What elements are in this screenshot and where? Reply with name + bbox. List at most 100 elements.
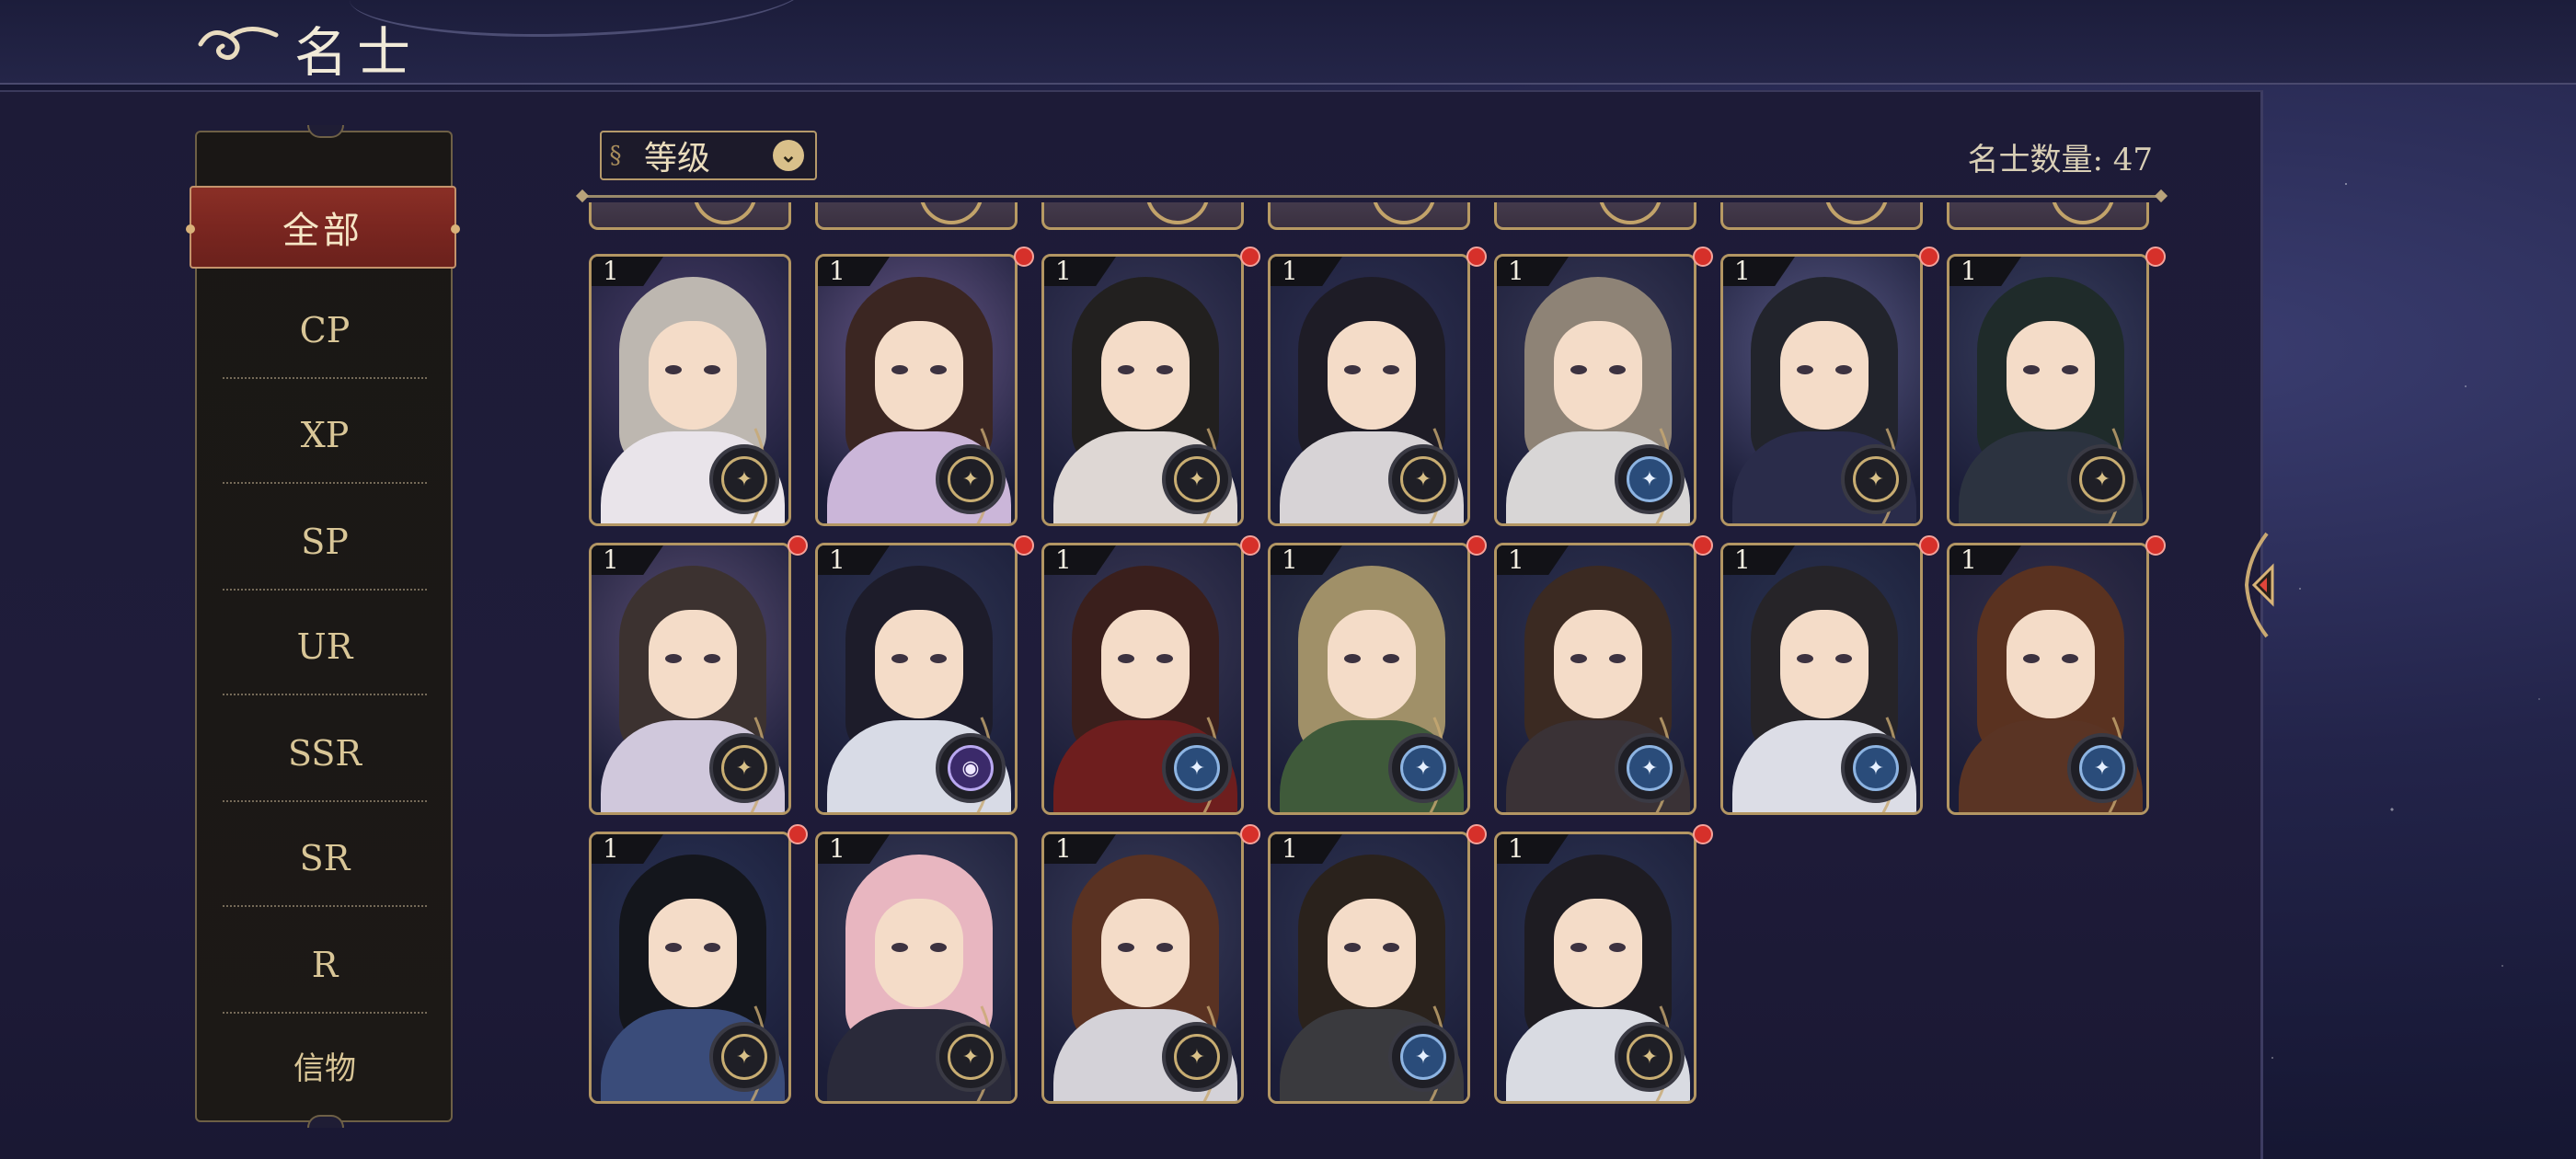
hero-card[interactable]: 1 ✦ (815, 254, 1018, 526)
faction-badge-icon: ✦ (1615, 444, 1685, 514)
sort-dropdown[interactable]: § 等级 ⌄ (600, 131, 817, 180)
hero-card[interactable]: 1 ✦ (1268, 543, 1470, 815)
notification-dot (1466, 247, 1487, 267)
hero-card[interactable]: 1 ✦ (589, 254, 791, 526)
partial-card[interactable] (1947, 202, 2149, 230)
notification-dot (788, 824, 808, 844)
category-tab-sp[interactable]: SP (223, 495, 427, 591)
tab-ornament-right (451, 224, 460, 234)
hero-card[interactable]: 1 ✦ (1720, 254, 1923, 526)
hero-card[interactable]: 1 ✦ (1041, 832, 1244, 1104)
portrait-eye (1835, 365, 1852, 374)
hero-card[interactable]: 1 ✦ (1947, 543, 2149, 815)
category-tab-ssr[interactable]: SSR (223, 706, 427, 802)
hero-card[interactable]: 1 ◉ (815, 543, 1018, 815)
partial-card[interactable] (1041, 202, 1244, 230)
category-tab-r[interactable]: R (223, 918, 427, 1014)
notification-dot (1014, 535, 1034, 556)
tab-ornament-left (186, 224, 195, 234)
dropdown-grip-icon: § (609, 142, 622, 169)
portrait-eye (930, 654, 947, 663)
faction-badge-icon: ✦ (709, 444, 779, 514)
faction-badge-icon: ✦ (2067, 444, 2137, 514)
category-tab-label: 全部 (282, 210, 363, 252)
portrait-eye (1835, 654, 1852, 663)
sidebar-notch-top (307, 125, 344, 138)
hero-card[interactable]: 1 ✦ (1720, 543, 1923, 815)
faction-badge-icon: ✦ (936, 444, 1006, 514)
notification-dot (1240, 535, 1260, 556)
notification-dot (1919, 247, 1939, 267)
partial-card[interactable] (1268, 202, 1470, 230)
hero-card[interactable]: 1 ✦ (1268, 254, 1470, 526)
notification-dot (1466, 535, 1487, 556)
notification-dot (1240, 247, 1260, 267)
partial-card[interactable] (815, 202, 1018, 230)
notification-dot (1693, 824, 1713, 844)
notification-dot (1693, 535, 1713, 556)
faction-badge-icon: ✦ (709, 733, 779, 803)
faction-badge-icon: ✦ (1841, 733, 1911, 803)
notification-dot (2145, 535, 2166, 556)
page-title: 名士 (294, 21, 420, 84)
chevron-down-icon: ⌄ (773, 140, 804, 171)
category-tab-xp[interactable]: XP (223, 388, 427, 484)
top-header: 名士 (0, 0, 2576, 85)
hero-card[interactable]: 1 ✦ (589, 832, 791, 1104)
hero-card[interactable]: 1 ✦ (1947, 254, 2149, 526)
faction-badge-icon: ✦ (1162, 444, 1232, 514)
faction-badge-icon: ✦ (1841, 444, 1911, 514)
partial-card[interactable] (1494, 202, 1696, 230)
hero-card[interactable]: 1 ✦ (1494, 254, 1696, 526)
portrait-eye (1609, 654, 1626, 663)
portrait-eye (2062, 654, 2078, 663)
portrait-eye (1156, 365, 1173, 374)
scrolled-card-row (589, 202, 2171, 232)
partial-card[interactable] (589, 202, 791, 230)
faction-badge-icon: ✦ (1388, 444, 1458, 514)
portrait-eye (2062, 365, 2078, 374)
faction-badge-icon: ◉ (936, 733, 1006, 803)
faction-badge-icon: ✦ (709, 1022, 779, 1092)
faction-badge-icon: ✦ (1615, 733, 1685, 803)
sort-dropdown-label: 等级 (644, 140, 711, 178)
hero-card[interactable]: 1 ✦ (1494, 543, 1696, 815)
portrait-eye (704, 943, 720, 952)
partial-card[interactable] (1720, 202, 1923, 230)
hero-card[interactable]: 1 ✦ (1041, 254, 1244, 526)
category-tab-token[interactable]: 信物 (223, 1017, 427, 1113)
category-tab-sr[interactable]: SR (223, 811, 427, 907)
notification-dot (1693, 247, 1713, 267)
hero-card[interactable]: 1 ✦ (589, 543, 791, 815)
category-tab-ur[interactable]: UR (223, 600, 427, 695)
faction-badge-icon: ✦ (936, 1022, 1006, 1092)
faction-badge-icon: ✦ (1388, 1022, 1458, 1092)
portrait-eye (704, 365, 720, 374)
hero-card[interactable]: 1 ✦ (1041, 543, 1244, 815)
portrait-eye (1383, 654, 1399, 663)
hero-card[interactable]: 1 ✦ (815, 832, 1018, 1104)
faction-badge-icon: ✦ (2067, 733, 2137, 803)
category-tab-cp[interactable]: CP (223, 283, 427, 379)
portrait-eye (930, 943, 947, 952)
collapse-arrow-icon[interactable] (2230, 530, 2282, 640)
header-divider (581, 195, 2162, 198)
portrait-eye (1383, 365, 1399, 374)
portrait-eye (1609, 365, 1626, 374)
portrait-eye (704, 654, 720, 663)
notification-dot (1014, 247, 1034, 267)
sidebar-notch-bottom (307, 1115, 344, 1128)
hero-card[interactable]: 1 ✦ (1268, 832, 1470, 1104)
hero-count-label: 名士数量: 47 (1967, 142, 2153, 178)
faction-badge-icon: ✦ (1388, 733, 1458, 803)
portrait-eye (1383, 943, 1399, 952)
category-tab-all[interactable]: 全部 (186, 186, 460, 269)
notification-dot (788, 535, 808, 556)
portrait-eye (1156, 943, 1173, 952)
notification-dot (1240, 824, 1260, 844)
portrait-eye (930, 365, 947, 374)
faction-badge-icon: ✦ (1162, 1022, 1232, 1092)
hero-card[interactable]: 1 ✦ (1494, 832, 1696, 1104)
notification-dot (2145, 247, 2166, 267)
notification-dot (1919, 535, 1939, 556)
